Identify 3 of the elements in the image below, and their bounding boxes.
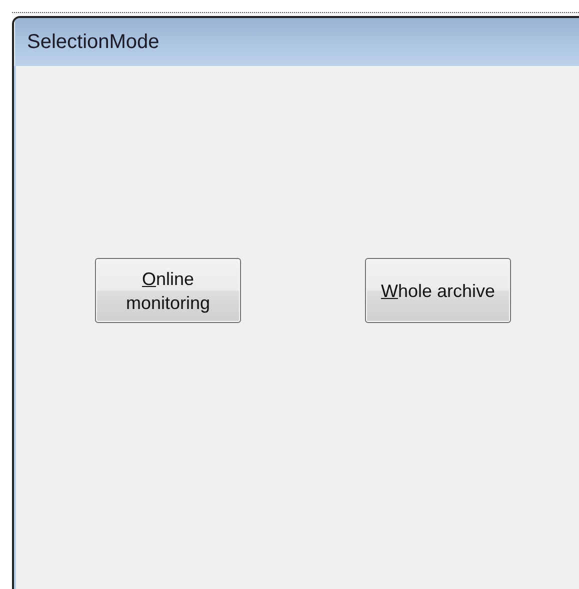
mode-button[interactable]: Whole archive: [365, 258, 511, 323]
mode-button[interactable]: Online monitoring: [95, 258, 241, 323]
window-title: SelectionMode: [27, 30, 160, 54]
